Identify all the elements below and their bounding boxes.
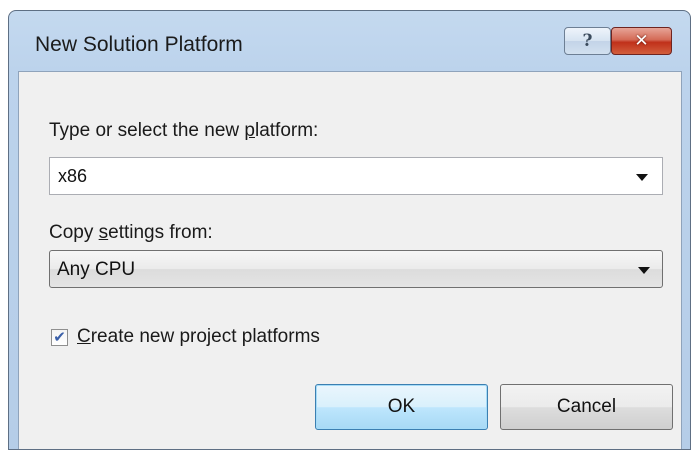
help-icon: ?	[582, 31, 593, 51]
chevron-down-icon[interactable]	[638, 267, 650, 274]
close-button[interactable]: ✕	[611, 27, 672, 55]
dialog-body: Type or select the new platform: x86 Cop…	[18, 71, 682, 449]
help-button[interactable]: ?	[564, 27, 611, 55]
copy-settings-label: Copy settings from:	[49, 222, 213, 243]
chevron-down-icon[interactable]	[636, 174, 648, 181]
copy-settings-dropdown[interactable]: Any CPU	[49, 250, 663, 288]
checkmark-icon: ✔	[53, 328, 66, 346]
dialog-title: New Solution Platform	[35, 33, 243, 56]
platform-label: Type or select the new platform:	[49, 120, 319, 141]
close-icon: ✕	[634, 31, 649, 51]
copy-settings-value: Any CPU	[57, 259, 136, 280]
platform-combobox[interactable]: x86	[49, 157, 663, 195]
cancel-button[interactable]: Cancel	[500, 384, 673, 430]
ok-button[interactable]: OK	[315, 384, 488, 430]
create-platforms-label[interactable]: Create new project platforms	[77, 326, 320, 348]
dialog-window: New Solution Platform ? ✕ Type or select…	[8, 10, 691, 450]
platform-input[interactable]: x86	[58, 166, 87, 187]
create-platforms-checkbox[interactable]: ✔	[51, 329, 68, 346]
